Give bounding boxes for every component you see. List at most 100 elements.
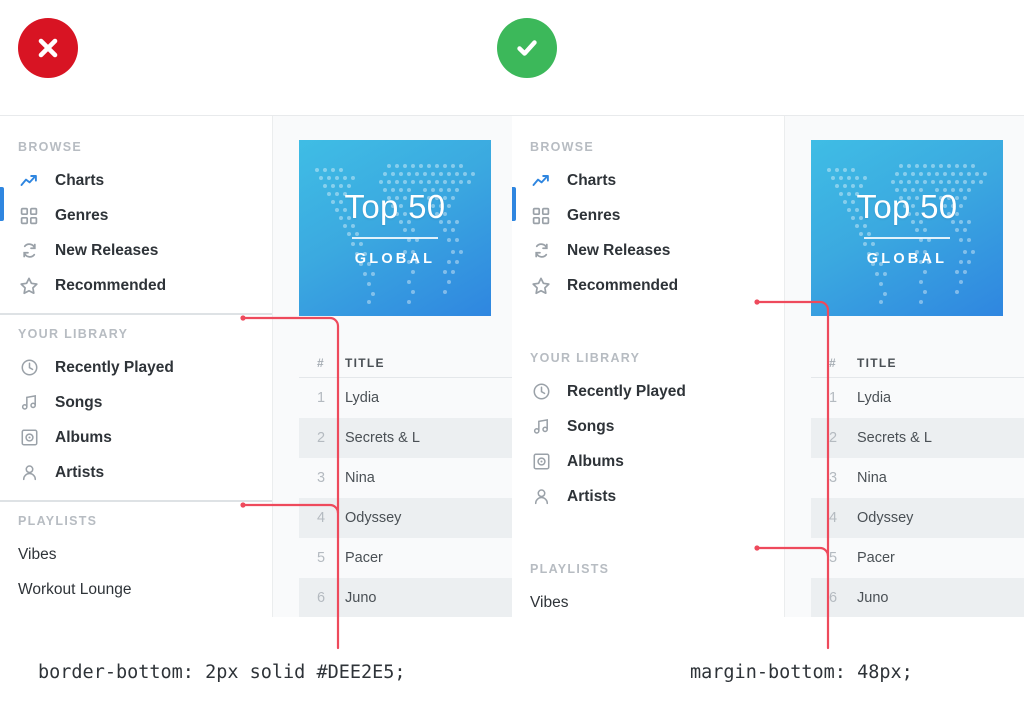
sidebar-item-label: Recommended [567,276,679,294]
close-icon [38,38,58,58]
table-row[interactable]: 3 Nina [811,458,1024,498]
table-row[interactable]: 3 Nina [299,458,512,498]
sidebar-item-genres[interactable]: Genres [18,198,272,233]
table-row[interactable]: 5 Pacer [811,538,1024,578]
table-row[interactable]: 2 Secrets & L [811,418,1024,458]
table-row[interactable]: 5 Pacer [299,538,512,578]
track-title: Secrets & L [857,430,932,446]
grid-icon [18,205,40,227]
sidebar-item-label: Recently Played [55,358,174,376]
star-icon [18,275,40,297]
sidebar-incorrect: BROWSE Charts Genres New Releases Recomm… [0,116,273,617]
playlist-item-vibes[interactable]: Vibes [530,585,784,617]
section-title-library: YOUR LIBRARY [530,351,641,365]
table-row[interactable]: 6 Juno [299,578,512,617]
playlist-item-workout-lounge[interactable]: Workout Lounge [18,572,272,607]
track-title: Odyssey [345,510,402,526]
track-number: 2 [317,430,326,446]
sidebar-item-recommended[interactable]: Recommended [18,268,272,303]
tracklist-table: # TITLE 1 Lydia 2 Secrets & L 3 Nina 4 O… [811,348,1024,617]
incorrect-mark [18,18,78,78]
sidebar-item-label: Genres [567,206,621,224]
table-row[interactable]: 2 Secrets & L [299,418,512,458]
track-number: 4 [317,510,326,526]
cover-divider [352,236,438,239]
cover-subtitle: GLOBAL [354,250,436,267]
sidebar-item-recommended[interactable]: Recommended [530,268,784,303]
content-area-correct: Top 50 GLOBAL # TITLE 1 Lydia 2 Secrets … [785,116,1024,617]
track-title: Nina [857,470,887,486]
section-title-library: YOUR LIBRARY [18,327,129,341]
table-row[interactable]: 4 Odyssey [811,498,1024,538]
grid-icon [530,205,552,227]
sidebar-group-playlists: PLAYLISTS Vibes Workout Lounge [530,562,784,617]
track-title: Juno [345,590,377,606]
sidebar-item-label: Songs [55,393,103,411]
column-header-title: TITLE [345,355,385,370]
sidebar-item-songs[interactable]: Songs [530,409,784,444]
music-note-icon [18,392,40,414]
track-number: 4 [829,510,838,526]
album-disc-icon [530,451,552,473]
track-title: Lydia [345,390,380,406]
track-number: 1 [829,390,838,406]
track-number: 6 [829,590,838,606]
cover-title: Top 50 [344,187,446,225]
playlist-item-vibes[interactable]: Vibes [18,537,272,572]
sidebar-item-label: New Releases [567,241,671,259]
section-title-playlists: PLAYLISTS [18,514,98,528]
track-title: Pacer [345,550,383,566]
correct-mark [497,18,557,78]
sidebar-item-label: New Releases [55,241,159,259]
sidebar-item-charts[interactable]: Charts [530,163,784,198]
column-header-number: # [829,355,837,370]
active-indicator [0,187,4,221]
person-icon [530,486,552,508]
column-header-title: TITLE [857,355,897,370]
sidebar-item-label: Genres [55,206,109,224]
table-row[interactable]: 1 Lydia [811,378,1024,418]
sidebar-group-browse: BROWSE Charts Genres New Releases Recomm… [0,116,272,315]
sidebar-item-label: Songs [567,417,615,435]
sidebar-item-artists[interactable]: Artists [18,455,272,490]
panel-correct: BROWSE Charts Genres New Releases Recomm… [512,115,1024,617]
track-number: 5 [317,550,326,566]
album-cover: Top 50 GLOBAL [811,140,1003,316]
sidebar-item-label: Artists [567,487,617,505]
track-number: 6 [317,590,326,606]
music-note-icon [530,416,552,438]
table-row[interactable]: 1 Lydia [299,378,512,418]
section-title-browse: BROWSE [18,140,83,154]
sidebar-item-songs[interactable]: Songs [18,385,272,420]
track-title: Lydia [857,390,892,406]
sidebar-item-genres[interactable]: Genres [530,198,784,233]
track-title: Secrets & L [345,430,420,446]
tracklist-table: # TITLE 1 Lydia 2 Secrets & L 3 Nina 4 O… [299,348,512,617]
sidebar-item-albums[interactable]: Albums [18,420,272,455]
tracklist-header: # TITLE [811,348,1024,378]
world-map-dots [827,164,987,304]
sidebar-item-new-releases[interactable]: New Releases [530,233,784,268]
clock-icon [530,381,552,403]
column-header-number: # [317,355,325,370]
track-number: 1 [317,390,326,406]
track-title: Nina [345,470,375,486]
content-area-incorrect: Top 50 GLOBAL # TITLE 1 Lydia 2 Secrets … [273,116,512,617]
sidebar-item-recently-played[interactable]: Recently Played [18,350,272,385]
track-number: 3 [317,470,326,486]
sidebar-item-new-releases[interactable]: New Releases [18,233,272,268]
track-number: 5 [829,550,838,566]
table-row[interactable]: 6 Juno [811,578,1024,617]
album-cover: Top 50 GLOBAL [299,140,491,316]
sidebar-item-label: Artists [55,463,105,481]
cover-divider [864,236,950,239]
sidebar-item-artists[interactable]: Artists [530,479,784,514]
sidebar-item-charts[interactable]: Charts [18,163,272,198]
track-number: 3 [829,470,838,486]
sidebar-item-albums[interactable]: Albums [530,444,784,479]
track-title: Juno [857,590,889,606]
table-row[interactable]: 4 Odyssey [299,498,512,538]
sidebar-item-recently-played[interactable]: Recently Played [530,374,784,409]
refresh-icon [18,240,40,262]
active-indicator [512,187,516,221]
